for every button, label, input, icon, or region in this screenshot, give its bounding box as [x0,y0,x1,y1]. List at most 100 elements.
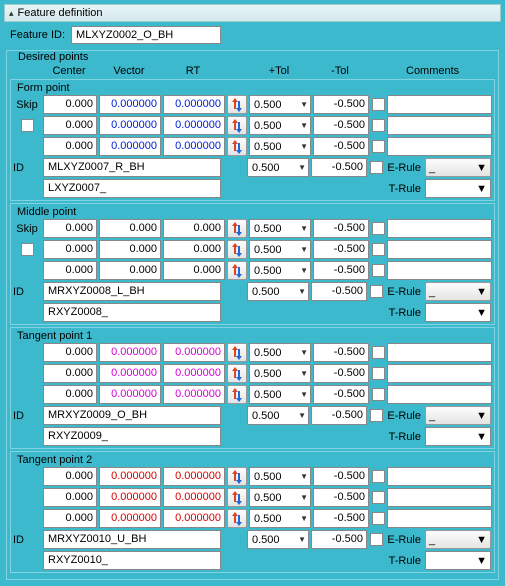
plus-tol-combo[interactable]: 0.500▼ [249,240,311,259]
vector-input[interactable]: 0.000000 [99,488,161,507]
vector-input[interactable]: 0.000000 [99,364,161,383]
rt-input[interactable]: 0.000 [163,219,225,238]
row-checkbox[interactable] [372,491,385,504]
rt-input[interactable]: 0.000000 [163,385,225,404]
center-input[interactable]: 0.000 [43,509,97,528]
row-checkbox[interactable] [370,409,383,422]
rt-input[interactable]: 0.000 [163,261,225,280]
vector-input[interactable]: 0.000 [99,240,161,259]
center-input[interactable]: 0.000 [43,116,97,135]
comment-input[interactable] [387,137,492,156]
arrows-icon[interactable] [227,261,247,280]
minus-tol-input[interactable]: -0.500 [313,343,369,362]
arrows-icon[interactable] [227,116,247,135]
center-input[interactable]: 0.000 [43,467,97,486]
vector-input[interactable]: 0.000000 [99,137,161,156]
minus-tol-input[interactable]: -0.500 [313,467,369,486]
center-input[interactable]: 0.000 [43,364,97,383]
rt-input[interactable]: 0.000000 [163,364,225,383]
minus-tol-input[interactable]: -0.500 [313,116,369,135]
id-input-2[interactable]: RXYZ0008_ [43,303,221,322]
arrows-icon[interactable] [227,509,247,528]
row-checkbox[interactable] [370,533,383,546]
minus-tol-input[interactable]: -0.500 [313,240,369,259]
minus-tol-input[interactable]: -0.500 [313,364,369,383]
minus-tol-input[interactable]: -0.500 [313,219,369,238]
rt-input[interactable]: 0.000000 [163,95,225,114]
arrows-icon[interactable] [227,95,247,114]
comment-input[interactable] [387,509,492,528]
feature-id-input[interactable] [71,26,221,44]
row-checkbox[interactable] [372,367,385,380]
trule-combo[interactable]: ▼ [425,179,491,198]
id-input[interactable]: MRXYZ0009_O_BH [43,406,221,425]
row-checkbox[interactable] [372,98,385,111]
rt-input[interactable]: 0.000000 [163,343,225,362]
row-checkbox[interactable] [372,388,385,401]
comment-input[interactable] [387,467,492,486]
id-input-2[interactable]: LXYZ0007_ [43,179,221,198]
plus-tol-combo[interactable]: 0.500▼ [249,467,311,486]
arrows-icon[interactable] [227,343,247,362]
plus-tol-combo[interactable]: 0.500▼ [249,219,311,238]
row-checkbox[interactable] [372,512,385,525]
arrows-icon[interactable] [227,240,247,259]
plus-tol-combo[interactable]: 0.500▼ [249,343,311,362]
comment-input[interactable] [387,116,492,135]
id-input[interactable]: MRXYZ0010_U_BH [43,530,221,549]
plus-tol-combo[interactable]: 0.500▼ [249,385,311,404]
vector-input[interactable]: 0.000000 [99,95,161,114]
comment-input[interactable] [387,488,492,507]
arrows-icon[interactable] [227,488,247,507]
minus-tol-input[interactable]: -0.500 [313,137,369,156]
erule-combo[interactable]: _▼ [425,406,491,425]
trule-combo[interactable]: ▼ [425,427,491,446]
row-checkbox[interactable] [370,285,383,298]
minus-tol-input[interactable]: -0.500 [311,282,367,301]
rt-input[interactable]: 0.000000 [163,488,225,507]
center-input[interactable]: 0.000 [43,137,97,156]
minus-tol-input[interactable]: -0.500 [313,261,369,280]
trule-combo[interactable]: ▼ [425,551,491,570]
vector-input[interactable]: 0.000000 [99,467,161,486]
row-checkbox[interactable] [372,470,385,483]
plus-tol-combo[interactable]: 0.500▼ [249,137,311,156]
minus-tol-input[interactable]: -0.500 [311,530,367,549]
id-input-2[interactable]: RXYZ0010_ [43,551,221,570]
vector-input[interactable]: 0.000 [99,219,161,238]
skip-checkbox[interactable] [21,243,34,256]
id-input[interactable]: MLXYZ0007_R_BH [43,158,221,177]
rt-input[interactable]: 0.000000 [163,137,225,156]
row-checkbox[interactable] [372,346,385,359]
row-checkbox[interactable] [372,243,385,256]
minus-tol-input[interactable]: -0.500 [313,488,369,507]
trule-combo[interactable]: ▼ [425,303,491,322]
arrows-icon[interactable] [227,467,247,486]
plus-tol-combo[interactable]: 0.500▼ [247,158,309,177]
plus-tol-combo[interactable]: 0.500▼ [249,364,311,383]
erule-combo[interactable]: _▼ [425,282,491,301]
arrows-icon[interactable] [227,385,247,404]
minus-tol-input[interactable]: -0.500 [313,95,369,114]
center-input[interactable]: 0.000 [43,219,97,238]
comment-input[interactable] [387,95,492,114]
plus-tol-combo[interactable]: 0.500▼ [249,488,311,507]
arrows-icon[interactable] [227,219,247,238]
rt-input[interactable]: 0.000000 [163,467,225,486]
row-checkbox[interactable] [372,119,385,132]
rt-input[interactable]: 0.000 [163,240,225,259]
erule-combo[interactable]: _▼ [425,158,491,177]
panel-header[interactable]: ▴ Feature definition [4,4,501,22]
center-input[interactable]: 0.000 [43,240,97,259]
minus-tol-input[interactable]: -0.500 [313,509,369,528]
plus-tol-combo[interactable]: 0.500▼ [249,509,311,528]
plus-tol-combo[interactable]: 0.500▼ [249,95,311,114]
minus-tol-input[interactable]: -0.500 [311,158,367,177]
arrows-icon[interactable] [227,364,247,383]
vector-input[interactable]: 0.000000 [99,385,161,404]
plus-tol-combo[interactable]: 0.500▼ [249,116,311,135]
comment-input[interactable] [387,364,492,383]
row-checkbox[interactable] [372,222,385,235]
plus-tol-combo[interactable]: 0.500▼ [247,282,309,301]
plus-tol-combo[interactable]: 0.500▼ [249,261,311,280]
